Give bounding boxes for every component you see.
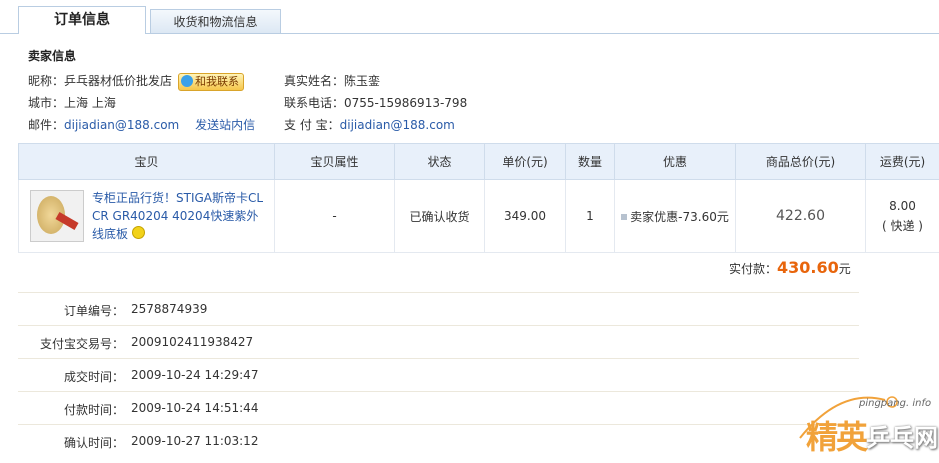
detail-row-pay-time: 付款时间： 2009-10-24 14:51:44 [18,391,859,424]
seller-city-row: 城市：上海 上海 [28,94,116,111]
detail-value: 2578874939 [131,302,208,316]
discount-icon [621,213,628,220]
order-items-table: 宝贝 宝贝属性 状态 单价(元) 数量 优惠 商品总价(元) 运费(元) 专柜正… [18,143,939,253]
nickname-label: 昵称： [28,74,65,88]
detail-label: 确认时间： [63,436,124,450]
detail-value: 2009102411938427 [131,335,254,349]
detail-label: 支付宝交易号： [39,337,124,351]
col-header-price: 单价(元) [484,143,566,180]
bulb-icon[interactable] [132,226,146,239]
col-header-shipping: 运费(元) [865,143,939,180]
paid-amount-row: 实付款：430.60元 [729,258,851,277]
detail-value: 2009-10-24 14:29:47 [131,368,259,382]
seller-realname: 陈玉銮 [344,74,381,88]
seller-realname-row: 真实姓名：陈玉銮 [284,72,380,89]
email-label: 邮件： [28,118,65,132]
detail-value: 2009-10-24 14:51:44 [131,401,259,415]
discount-cell: 卖家优惠-73.60元 [614,179,736,253]
seller-nickname: 乒乓器材低价批发店 [64,74,173,88]
seller-phone: 0755-15986913-798 [344,96,468,110]
watermark-logo-b: 乒乓网 [866,424,938,452]
paid-amount: 430.60 [777,258,839,277]
detail-row-alipay-trade: 支付宝交易号： 2009102411938427 [18,325,859,358]
send-message-link[interactable]: 发送站内信 [195,118,255,132]
total-amount: 422.60 [776,208,825,224]
col-header-total: 商品总价(元) [735,143,866,180]
paid-unit: 元 [838,262,851,276]
product-thumbnail[interactable] [30,190,84,242]
contact-button-label: 和我联系 [195,74,240,88]
table-header-row: 宝贝 宝贝属性 状态 单价(元) 数量 优惠 商品总价(元) 运费(元) [18,143,939,180]
qq-icon [181,74,194,87]
detail-row-confirm-time: 确认时间： 2009-10-27 11:03:12 [18,424,859,457]
seller-alipay-link[interactable]: dijiadian@188.com [340,118,455,132]
seller-section-title: 卖家信息 [28,49,77,63]
tab-order-info[interactable]: 订单信息 [18,6,146,34]
discount-text: 卖家优惠-73.60元 [630,209,729,224]
product-title-link[interactable]: 专柜正品行货！STIGA斯帝卡CL CR GR40204 40204快速紫外线底… [92,191,263,241]
contact-seller-button[interactable]: 和我联系 [178,72,245,91]
tab-bar: 订单信息 收货和物流信息 [0,0,939,34]
product-info: 专柜正品行货！STIGA斯帝卡CL CR GR40204 40204快速紫外线底… [20,189,273,243]
qty-cell: 1 [565,179,615,253]
detail-label: 付款时间： [63,403,124,417]
seller-nickname-row: 昵称：乒乓器材低价批发店 和我联系 [28,72,245,91]
col-header-qty: 数量 [565,143,615,180]
price-cell: 349.00 [484,179,566,253]
seller-phone-row: 联系电话：0755-15986913-798 [284,94,467,111]
realname-label: 真实姓名： [284,74,345,88]
col-header-status: 状态 [394,143,485,180]
total-cell: 422.60 [735,179,866,253]
phone-label: 联系电话： [284,96,345,110]
attr-cell: - [274,179,395,253]
col-header-attr: 宝贝属性 [274,143,395,180]
shipping-cell: 8.00 ( 快递 ) [865,179,939,253]
table-row: 专柜正品行货！STIGA斯帝卡CL CR GR40204 40204快速紫外线底… [18,179,939,253]
watermark-logo-a: 精英 [806,418,868,456]
tab-shipping-logistics[interactable]: 收货和物流信息 [150,9,281,33]
shipping-type: ( 快递 ) [882,218,923,233]
product-title-wrap: 专柜正品行货！STIGA斯帝卡CL CR GR40204 40204快速紫外线底… [92,189,264,243]
seller-city: 上海 上海 [64,96,116,110]
detail-value: 2009-10-27 11:03:12 [131,434,259,448]
city-label: 城市： [28,96,65,110]
seller-alipay-row: 支 付 宝：dijiadian@188.com [284,116,455,133]
status-cell: 已确认收货 [394,179,485,253]
watermark-url: pingpang. info [859,398,932,409]
paid-label: 实付款： [729,262,778,276]
detail-row-deal-time: 成交时间： 2009-10-24 14:29:47 [18,358,859,391]
detail-label: 订单编号： [63,304,124,318]
detail-label: 成交时间： [63,370,124,384]
shipping-fee: 8.00 [889,198,916,213]
item-cell: 专柜正品行货！STIGA斯帝卡CL CR GR40204 40204快速紫外线底… [18,179,275,253]
detail-row-order-number: 订单编号： 2578874939 [18,292,859,325]
seller-email-row: 邮件：dijiadian@188.com 发送站内信 [28,116,255,133]
seller-email-link[interactable]: dijiadian@188.com [64,118,179,132]
col-header-discount: 优惠 [614,143,736,180]
alipay-label: 支 付 宝： [284,118,340,132]
col-header-item: 宝贝 [18,143,275,180]
